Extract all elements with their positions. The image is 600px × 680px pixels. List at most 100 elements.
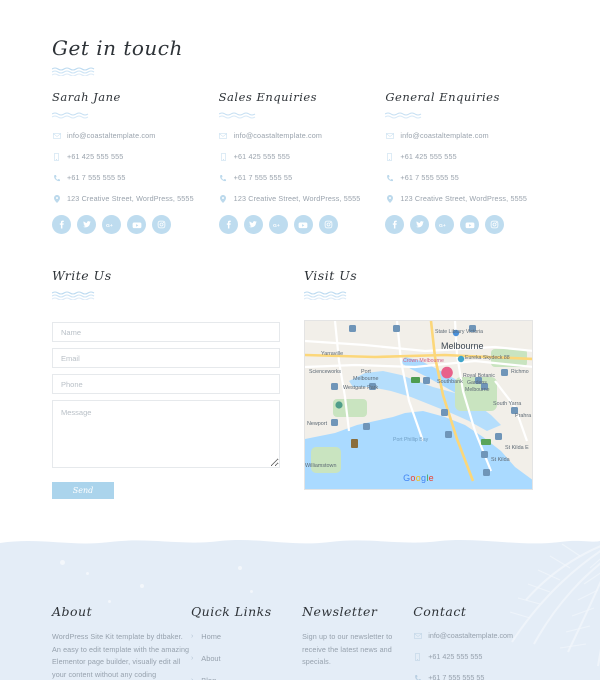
instagram-icon[interactable] <box>318 215 338 234</box>
wave-divider <box>385 112 431 121</box>
name-input[interactable] <box>52 322 280 342</box>
instagram-icon[interactable] <box>485 215 505 234</box>
footer-contact-text: +61 425 555 555 <box>428 652 483 661</box>
contact-detail-text: info@coastaltemplate.com <box>233 131 323 140</box>
footer-newsletter-title: Newsletter <box>302 604 378 619</box>
map-marker-icon <box>385 194 394 204</box>
message-textarea[interactable] <box>52 400 280 468</box>
contact-detail-phone[interactable]: +61 7 555 555 55 <box>52 173 219 183</box>
phone-icon <box>413 673 422 680</box>
mobile-icon <box>219 152 228 162</box>
contact-column-sales-enquiries: Sales Enquiries info@coastaltemplate.com <box>218 90 386 234</box>
footer-newsletter-text: Sign up to our newsletter to receive the… <box>302 632 393 666</box>
contact-detail-address[interactable]: 123 Creative Street, WordPress, 5555 <box>52 194 219 204</box>
google-plus-icon[interactable]: G+ <box>268 215 288 234</box>
speck <box>140 584 144 588</box>
phone-input[interactable] <box>52 374 280 394</box>
footer-contact-text: +61 7 555 555 55 <box>428 673 485 680</box>
twitter-icon[interactable] <box>243 215 263 234</box>
svg-text:Prahra: Prahra <box>515 413 531 419</box>
google-plus-icon[interactable]: G+ <box>102 215 121 234</box>
speck <box>238 566 242 570</box>
facebook-icon[interactable] <box>385 215 405 234</box>
chevron-right-icon: › <box>190 655 194 662</box>
page-title-block: Get in touch <box>52 36 183 76</box>
contact-column-sarah-jane: Sarah Jane info@coastaltemplate.com +61 … <box>52 90 219 234</box>
svg-text:St Kilda E: St Kilda E <box>505 445 529 451</box>
twitter-icon[interactable] <box>410 215 430 234</box>
map-marker-icon <box>52 194 61 204</box>
svg-text:G+: G+ <box>106 222 113 228</box>
write-us-block: Write Us Send <box>52 268 280 499</box>
contact-form: Send <box>52 322 280 499</box>
column-heading: Sarah Jane <box>52 90 121 104</box>
mobile-icon <box>385 152 394 162</box>
email-input[interactable] <box>52 348 280 368</box>
contact-detail-phone[interactable]: +61 7 555 555 55 <box>385 173 552 183</box>
svg-text:Port: Port <box>361 369 371 375</box>
facebook-icon[interactable] <box>52 215 71 234</box>
speck <box>86 572 89 575</box>
wave-divider <box>304 291 350 300</box>
column-heading: Sales Enquiries <box>218 90 318 104</box>
svg-text:Royal Botanic: Royal Botanic <box>463 373 495 379</box>
send-button[interactable]: Send <box>52 482 114 499</box>
svg-text:Port Phillip Bay: Port Phillip Bay <box>393 437 429 443</box>
facebook-icon[interactable] <box>218 215 238 234</box>
contact-details-list: info@coastaltemplate.com +61 425 555 555… <box>52 131 219 204</box>
svg-text:Melbourne: Melbourne <box>441 341 484 351</box>
google-map[interactable]: State Library Victoria Melbourne Eureka … <box>304 320 533 490</box>
speck <box>108 600 111 603</box>
speck <box>250 590 253 593</box>
visit-us-block: Visit Us State Library Victoria Melbourn… <box>304 268 533 490</box>
contact-detail-text: +61 7 555 555 55 <box>67 173 126 182</box>
svg-text:G+: G+ <box>273 222 280 228</box>
vimeo-icon[interactable] <box>127 215 146 234</box>
footer-contact-text: info@coastaltemplate.com <box>428 631 514 640</box>
footer-contact-heading-block: Contact <box>413 604 572 620</box>
contact-detail-text: 123 Creative Street, WordPress, 5555 <box>400 194 528 203</box>
footer-about-column: About WordPress Site Kit template by dtb… <box>52 604 191 680</box>
svg-text:Westgate Park: Westgate Park <box>343 385 379 391</box>
footer-link-label: About <box>201 654 221 663</box>
speck <box>60 560 65 565</box>
footer-contact-email[interactable]: info@coastaltemplate.com <box>413 631 572 641</box>
page-title: Get in touch <box>52 36 183 60</box>
contact-details-list: info@coastaltemplate.com +61 425 555 555… <box>219 131 386 204</box>
social-links: G+ <box>218 215 386 234</box>
contact-detail-email[interactable]: info@coastaltemplate.com <box>219 131 386 141</box>
svg-text:Eureka Skydeck 88: Eureka Skydeck 88 <box>465 355 510 361</box>
footer-about-text: WordPress Site Kit template by dtbaker. … <box>52 632 190 679</box>
column-heading-block: General Enquiries <box>385 90 552 121</box>
footer-link-about[interactable]: › About <box>191 653 302 664</box>
vimeo-icon[interactable] <box>293 215 313 234</box>
contact-detail-mobile[interactable]: +61 425 555 555 <box>219 152 386 162</box>
contact-detail-email[interactable]: info@coastaltemplate.com <box>52 131 219 141</box>
svg-text:Gardens: Gardens <box>467 380 487 386</box>
contact-detail-mobile[interactable]: +61 425 555 555 <box>385 152 552 162</box>
envelope-icon <box>385 131 394 141</box>
vimeo-icon[interactable] <box>460 215 480 234</box>
contact-column-general-enquiries: General Enquiries info@coastaltemplate.c <box>385 90 552 234</box>
svg-text:South Yarra: South Yarra <box>493 401 521 407</box>
contact-detail-address[interactable]: 123 Creative Street, WordPress, 5555 <box>385 194 552 204</box>
contact-detail-email[interactable]: info@coastaltemplate.com <box>385 131 552 141</box>
footer-newsletter-heading-block: Newsletter <box>302 604 413 620</box>
footer-columns: About WordPress Site Kit template by dtb… <box>52 604 572 680</box>
instagram-icon[interactable] <box>152 215 171 234</box>
footer-link-blog[interactable]: › Blog <box>191 675 302 680</box>
footer-contact-phone[interactable]: +61 7 555 555 55 <box>413 673 572 680</box>
phone-icon <box>219 173 228 183</box>
footer-contact-mobile[interactable]: +61 425 555 555 <box>413 652 572 662</box>
footer-newsletter-column: Newsletter Sign up to our newsletter to … <box>302 604 413 680</box>
footer-link-label: Home <box>201 632 221 641</box>
contact-detail-address[interactable]: 123 Creative Street, WordPress, 5555 <box>219 194 386 204</box>
wave-divider <box>52 67 98 76</box>
footer-link-home[interactable]: › Home <box>191 631 302 642</box>
google-plus-icon[interactable]: G+ <box>435 215 455 234</box>
contact-detail-phone[interactable]: +61 7 555 555 55 <box>219 173 386 183</box>
contact-detail-mobile[interactable]: +61 425 555 555 <box>52 152 219 162</box>
social-links: G+ <box>52 215 219 234</box>
twitter-icon[interactable] <box>77 215 96 234</box>
svg-text:Melbourne: Melbourne <box>465 387 490 393</box>
